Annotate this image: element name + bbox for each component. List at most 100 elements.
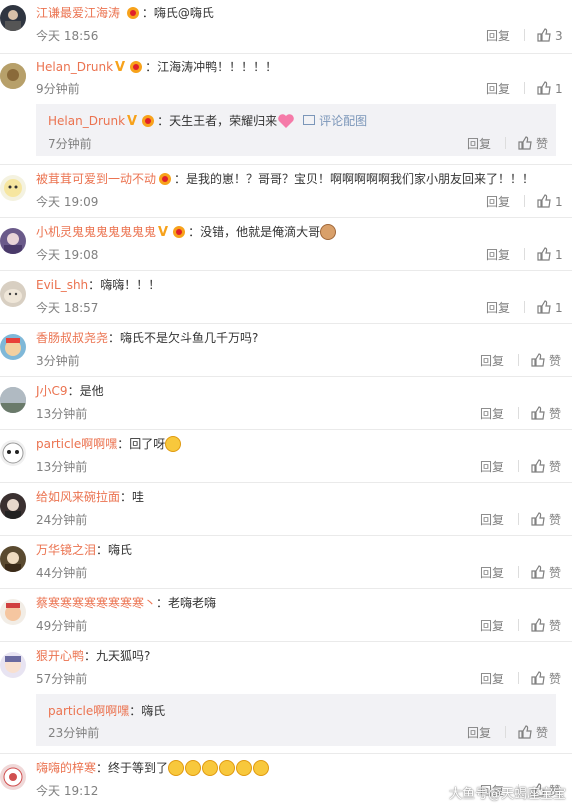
reply-button[interactable]: 回复 bbox=[486, 248, 510, 262]
like-button[interactable]: 赞 bbox=[531, 512, 562, 527]
divider bbox=[505, 137, 507, 149]
like-button[interactable]: 赞 bbox=[518, 725, 548, 740]
avatar[interactable] bbox=[0, 493, 26, 519]
avatar[interactable] bbox=[0, 599, 26, 625]
reply-button[interactable]: 回复 bbox=[480, 619, 504, 633]
divider bbox=[505, 726, 507, 738]
username[interactable]: 江谦最爱江海涛 bbox=[36, 6, 120, 20]
sub-reply: Helan_Drunk V ：天生王者，荣耀归来 评论配图 7分钟前 回复赞 bbox=[36, 104, 556, 156]
username[interactable]: 给如风来碗拉面 bbox=[36, 490, 120, 504]
username[interactable]: Helan_Drunk bbox=[48, 114, 125, 128]
username[interactable]: particle啊啊嘿 bbox=[48, 704, 129, 718]
divider bbox=[518, 566, 520, 578]
like-button[interactable]: 1 bbox=[537, 194, 563, 209]
username[interactable]: 嗨嗨的梓寒 bbox=[36, 761, 96, 775]
avatar[interactable] bbox=[0, 764, 26, 790]
thumb-up-icon bbox=[518, 725, 532, 739]
member-badge-icon bbox=[171, 225, 187, 238]
comment-text: 嗨氏 bbox=[108, 543, 133, 557]
comment-time: 7分钟前 bbox=[48, 137, 92, 151]
comment-item: 万华镜之泪：嗨氏 44分钟前 回复赞 bbox=[0, 536, 572, 589]
comment-time: 今天 18:57 bbox=[36, 301, 99, 315]
avatar[interactable] bbox=[0, 63, 26, 89]
avatar[interactable] bbox=[0, 228, 26, 254]
like-count: 赞 bbox=[549, 407, 562, 421]
reply-button[interactable]: 回复 bbox=[486, 82, 510, 96]
reply-button[interactable]: 回复 bbox=[480, 460, 504, 474]
comment-time: 24分钟前 bbox=[36, 513, 88, 527]
username[interactable]: 万华镜之泪 bbox=[36, 543, 96, 557]
comment-item: particle啊啊嘿：回了呀 13分钟前 回复赞 bbox=[0, 430, 572, 483]
reply-button[interactable]: 回复 bbox=[486, 195, 510, 209]
like-button[interactable]: 1 bbox=[537, 81, 563, 96]
username[interactable]: 小机灵鬼鬼鬼鬼鬼鬼鬼 bbox=[36, 225, 156, 239]
username[interactable]: J小C9 bbox=[36, 384, 68, 398]
divider bbox=[524, 29, 526, 41]
comment-text: 没错，他就是俺滴大哥 bbox=[200, 225, 321, 239]
reply-button[interactable]: 回复 bbox=[467, 726, 491, 740]
avatar[interactable] bbox=[0, 546, 26, 572]
like-button[interactable]: 赞 bbox=[531, 671, 561, 686]
reply-button[interactable]: 回复 bbox=[467, 137, 491, 151]
reply-button[interactable]: 回复 bbox=[480, 407, 504, 421]
comment-text: 回了呀 bbox=[129, 437, 166, 451]
member-badge-icon bbox=[125, 6, 141, 19]
thumb-up-icon bbox=[537, 300, 551, 314]
divider bbox=[518, 460, 520, 472]
verified-v-icon: V bbox=[158, 225, 169, 240]
avatar[interactable] bbox=[0, 440, 26, 466]
avatar[interactable] bbox=[0, 175, 26, 201]
like-button[interactable]: 赞 bbox=[531, 565, 561, 580]
avatar[interactable] bbox=[0, 334, 26, 360]
comment-item: 蔡寒寒寒寒寒寒寒寒丶：老嗨老嗨 49分钟前 回复赞 bbox=[0, 589, 572, 642]
comment-item: 狠开心鸭：九天狐吗? 57分钟前 回复赞 bbox=[0, 642, 572, 694]
comment-image-link[interactable]: 评论配图 bbox=[303, 114, 367, 128]
heart-emoji-icon bbox=[277, 113, 295, 129]
divider bbox=[524, 248, 526, 260]
like-button[interactable]: 赞 bbox=[531, 353, 561, 368]
comment-item: 香肠叔叔尧尧：嗨氏不是欠斗鱼几千万吗? 3分钟前 回复赞 bbox=[0, 324, 572, 377]
like-button[interactable]: 3 bbox=[537, 28, 563, 43]
reply-button[interactable]: 回复 bbox=[486, 29, 510, 43]
comment-item: J小C9：是他 13分钟前 回复赞 bbox=[0, 377, 572, 430]
reply-button[interactable]: 回复 bbox=[480, 513, 504, 527]
username[interactable]: EviL_shh bbox=[36, 278, 88, 292]
comment-time: 57分钟前 bbox=[36, 672, 88, 686]
like-button[interactable]: 赞 bbox=[518, 136, 548, 151]
avatar[interactable] bbox=[0, 387, 26, 413]
member-badge-icon bbox=[140, 114, 156, 127]
divider bbox=[518, 513, 520, 525]
comment-text: 嗨氏不是欠斗鱼几千万吗? bbox=[120, 331, 259, 345]
username[interactable]: 蔡寒寒寒寒寒寒寒寒丶 bbox=[36, 596, 156, 610]
username[interactable]: 被茸茸可爱到一动不动 bbox=[36, 172, 156, 186]
thumb-up-icon bbox=[531, 671, 545, 685]
like-button[interactable]: 1 bbox=[537, 300, 563, 315]
avatar[interactable] bbox=[0, 652, 26, 678]
thumb-up-icon bbox=[531, 512, 545, 526]
like-button[interactable]: 1 bbox=[537, 247, 563, 262]
username[interactable]: particle啊啊嘿 bbox=[36, 437, 117, 451]
reply-button[interactable]: 回复 bbox=[480, 566, 504, 580]
avatar[interactable] bbox=[0, 5, 26, 31]
like-button[interactable]: 赞 bbox=[531, 618, 561, 633]
like-count: 赞 bbox=[549, 460, 562, 474]
divider bbox=[524, 82, 526, 94]
comment-text: 嗨氏@嗨氏 bbox=[153, 6, 214, 20]
member-badge-icon bbox=[157, 172, 173, 185]
like-button[interactable]: 赞 bbox=[531, 459, 562, 474]
like-count: 赞 bbox=[549, 513, 562, 527]
divider bbox=[524, 195, 526, 207]
comment-time: 23分钟前 bbox=[48, 726, 100, 740]
reply-button[interactable]: 回复 bbox=[486, 301, 510, 315]
emoji-smile-icon bbox=[219, 760, 236, 776]
comment-text: 嗨氏 bbox=[141, 704, 166, 718]
username[interactable]: 狠开心鸭 bbox=[36, 649, 84, 663]
reply-button[interactable]: 回复 bbox=[480, 672, 504, 686]
username[interactable]: Helan_Drunk bbox=[36, 60, 113, 74]
thumb-up-icon bbox=[537, 247, 551, 261]
avatar[interactable] bbox=[0, 281, 26, 307]
like-button[interactable]: 赞 bbox=[531, 406, 562, 421]
reply-button[interactable]: 回复 bbox=[480, 354, 504, 368]
username[interactable]: 香肠叔叔尧尧 bbox=[36, 331, 108, 345]
emoji-smile-icon bbox=[185, 760, 202, 776]
